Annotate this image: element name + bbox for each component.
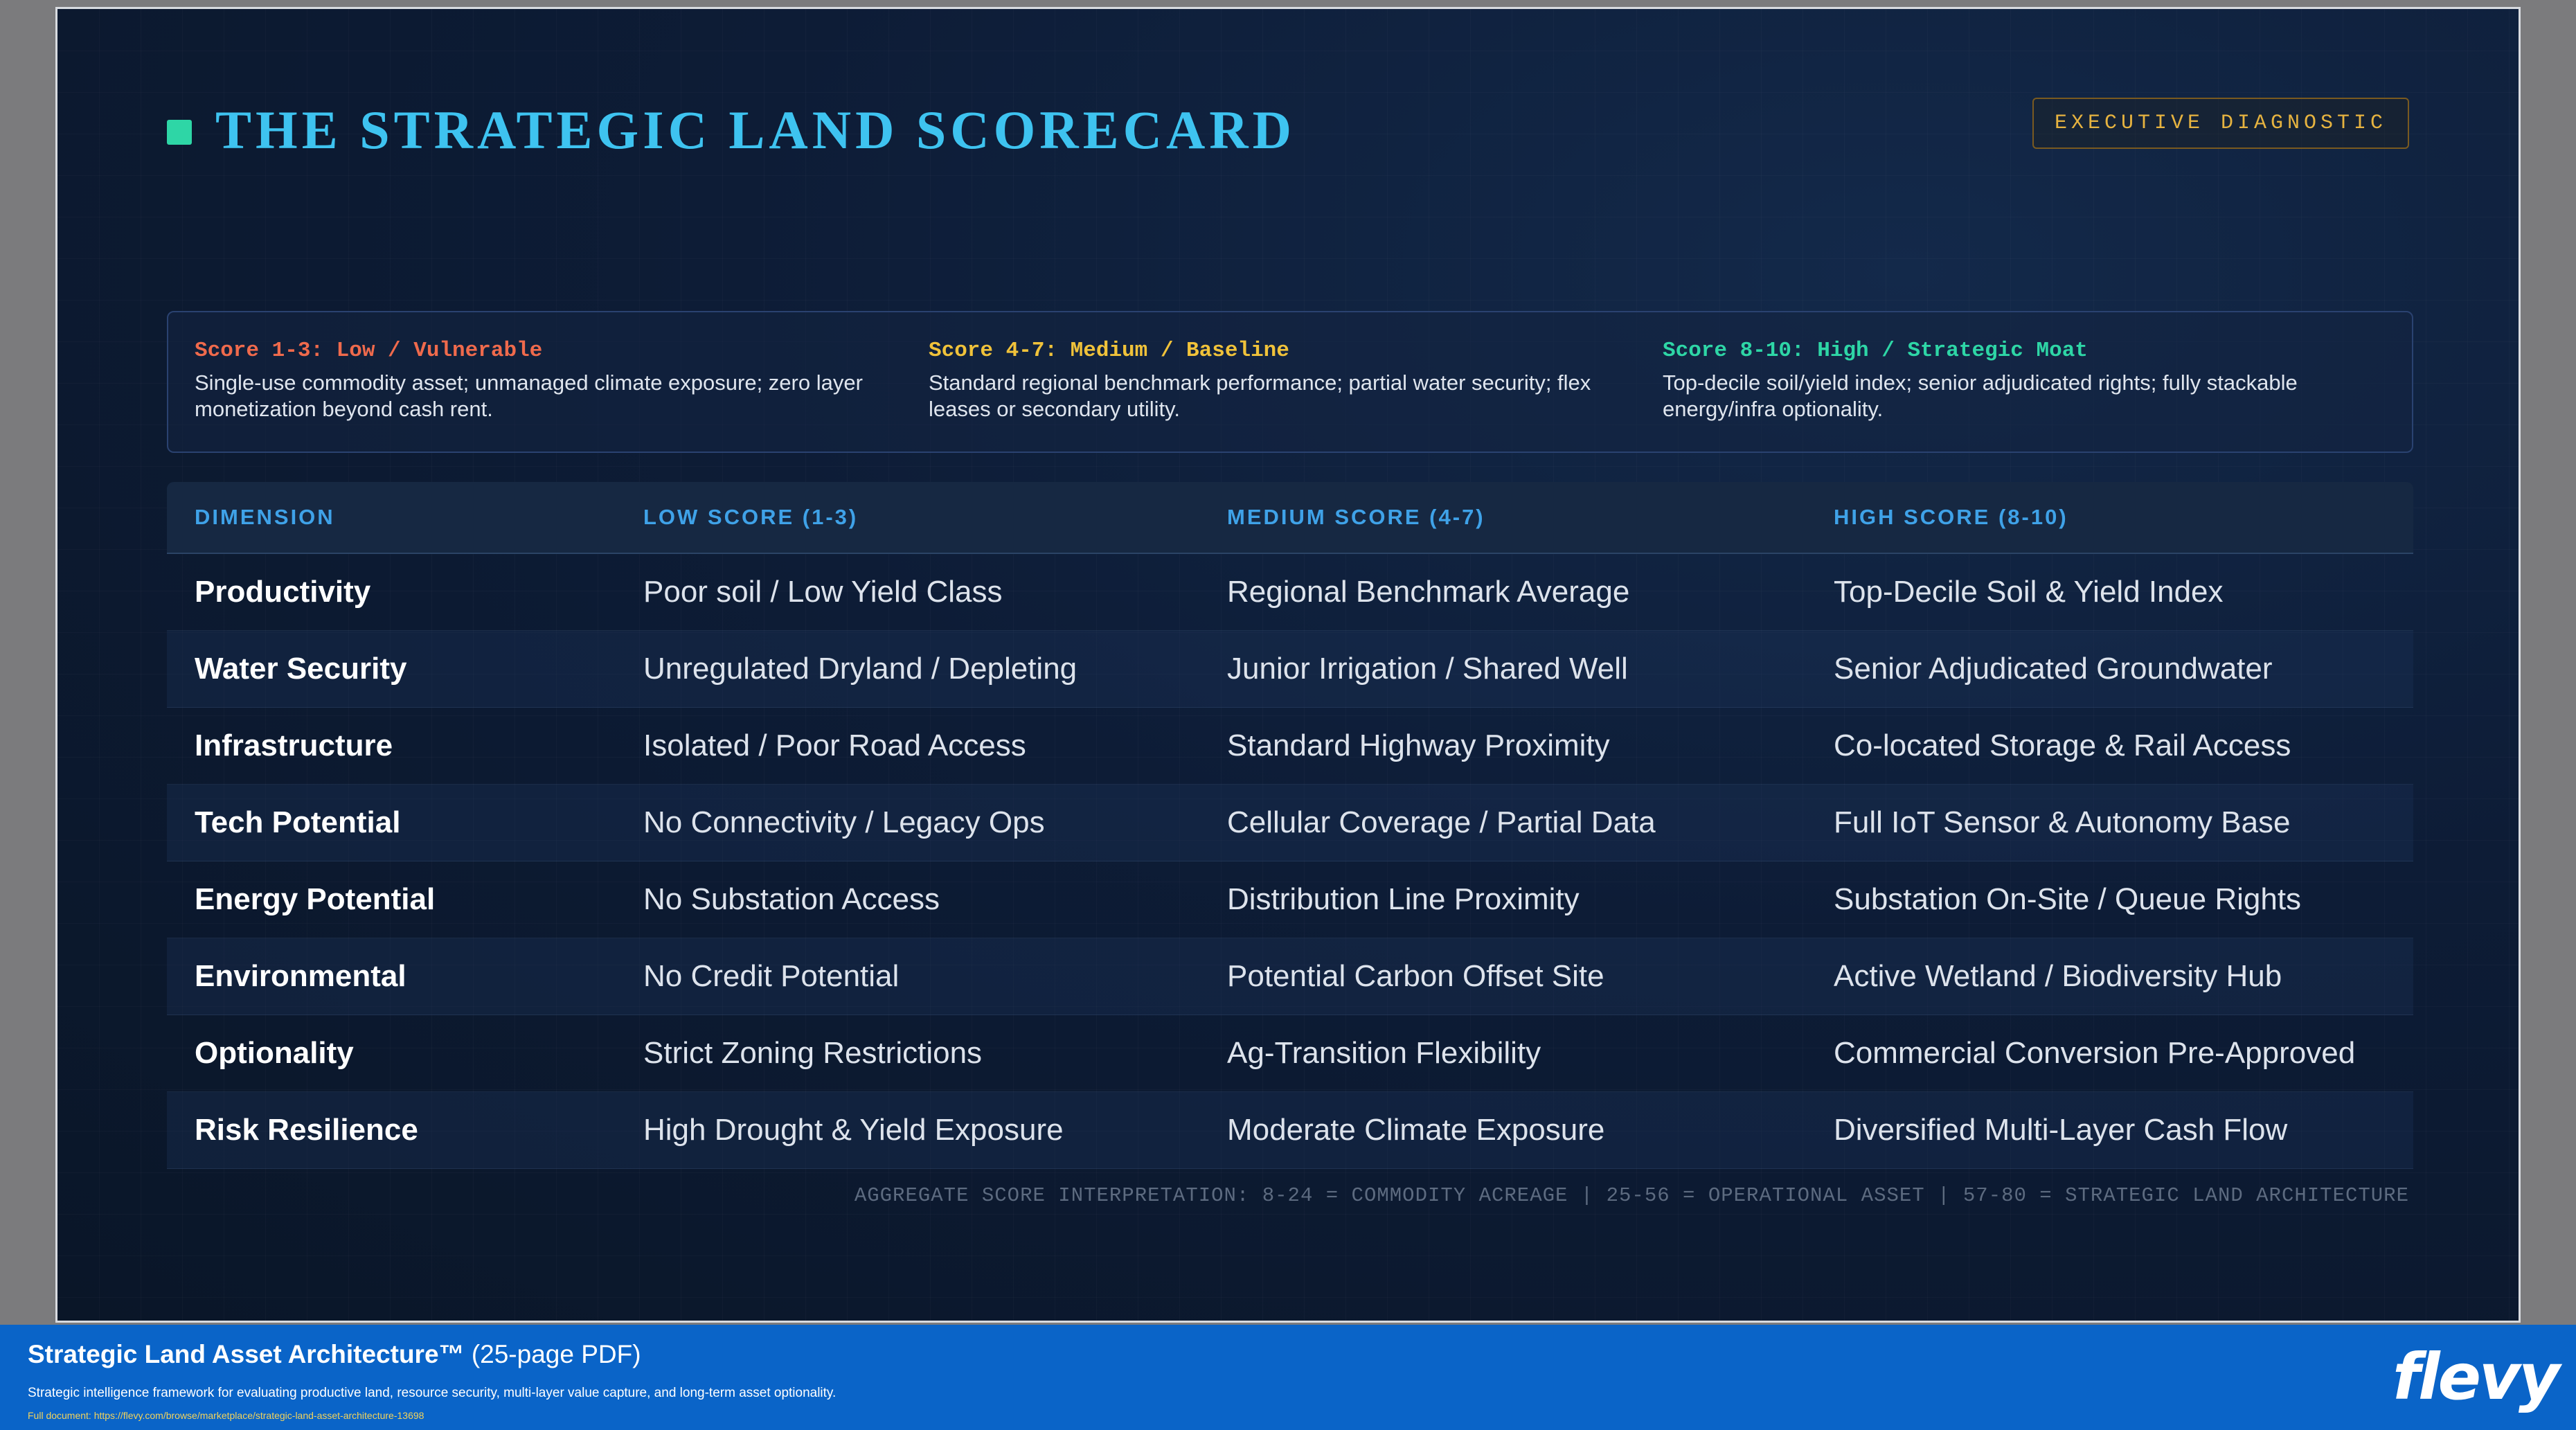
document-link[interactable]: Full document: https://flevy.com/browse/… — [28, 1410, 424, 1421]
high-score-cell: Commercial Conversion Pre-Approved — [1834, 1036, 2356, 1070]
legend-low-description: Single-use commodity asset; unmanaged cl… — [195, 370, 863, 421]
medium-score-cell: Standard Highway Proximity — [1227, 729, 1610, 762]
low-score-cell: High Drought & Yield Exposure — [643, 1113, 1064, 1147]
high-score-cell: Senior Adjudicated Groundwater — [1834, 652, 2273, 686]
medium-score-cell: Distribution Line Proximity — [1227, 882, 1580, 916]
page-title: THE STRATEGIC LAND SCORECARD — [215, 100, 1296, 160]
high-score-cell: Active Wetland / Biodiversity Hub — [1834, 959, 2282, 993]
dimension-cell: Environmental — [195, 959, 406, 993]
table-row: Optionality Strict Zoning Restrictions A… — [167, 1015, 2413, 1092]
table-row: Productivity Poor soil / Low Yield Class… — [167, 554, 2413, 631]
table-row: Water Security Unregulated Dryland / Dep… — [167, 631, 2413, 708]
table-row: Risk Resilience High Drought & Yield Exp… — [167, 1092, 2413, 1169]
low-score-cell: No Credit Potential — [643, 959, 900, 993]
table-row: Energy Potential No Substation Access Di… — [167, 861, 2413, 938]
document-description: Strategic intelligence framework for eva… — [28, 1386, 837, 1400]
medium-score-cell: Ag-Transition Flexibility — [1227, 1036, 1541, 1070]
flevy-logo[interactable]: flevy — [2392, 1346, 2560, 1409]
dimension-cell: Risk Resilience — [195, 1113, 418, 1147]
table-row: Infrastructure Isolated / Poor Road Acce… — [167, 708, 2413, 785]
medium-score-cell: Moderate Climate Exposure — [1227, 1113, 1605, 1147]
table-row: Environmental No Credit Potential Potent… — [167, 938, 2413, 1015]
legend-high: Score 8-10: High / Strategic Moat Top-de… — [1663, 339, 2369, 422]
medium-score-cell: Regional Benchmark Average — [1227, 575, 1630, 609]
legend-low: Score 1-3: Low / Vulnerable Single-use c… — [195, 339, 901, 422]
document-title[interactable]: Strategic Land Asset Architecture™ (25-p… — [28, 1340, 641, 1369]
low-score-cell: Poor soil / Low Yield Class — [643, 575, 1003, 609]
header-dimension: DIMENSION — [195, 505, 335, 529]
executive-diagnostic-badge: EXECUTIVE DIAGNOSTIC — [2032, 98, 2409, 149]
dimension-cell: Infrastructure — [195, 729, 393, 762]
document-name[interactable]: Strategic Land Asset Architecture™ — [28, 1340, 465, 1368]
legend-low-heading: Score 1-3: Low / Vulnerable — [195, 339, 543, 363]
legend-medium: Score 4-7: Medium / Baseline Standard re… — [929, 339, 1635, 422]
low-score-cell: No Connectivity / Legacy Ops — [643, 805, 1045, 839]
aggregate-score-note: AGGREGATE SCORE INTERPRETATION: 8-24 = C… — [854, 1184, 2409, 1207]
score-legend: Score 1-3: Low / Vulnerable Single-use c… — [167, 311, 2413, 453]
legend-high-heading: Score 8-10: High / Strategic Moat — [1663, 339, 2088, 363]
dimension-cell: Energy Potential — [195, 882, 436, 916]
table-header: DIMENSION LOW SCORE (1-3) MEDIUM SCORE (… — [167, 482, 2413, 554]
low-score-cell: Isolated / Poor Road Access — [643, 729, 1026, 762]
header-medium-score: MEDIUM SCORE (4-7) — [1227, 505, 1485, 529]
high-score-cell: Full IoT Sensor & Autonomy Base — [1834, 805, 2291, 839]
slide: THE STRATEGIC LAND SCORECARD EXECUTIVE D… — [55, 7, 2521, 1323]
legend-medium-heading: Score 4-7: Medium / Baseline — [929, 339, 1289, 363]
footer-banner: Strategic Land Asset Architecture™ (25-p… — [0, 1325, 2576, 1430]
medium-score-cell: Cellular Coverage / Partial Data — [1227, 805, 1656, 839]
legend-high-description: Top-decile soil/yield index; senior adju… — [1663, 370, 2298, 421]
medium-score-cell: Junior Irrigation / Shared Well — [1227, 652, 1628, 686]
header-high-score: HIGH SCORE (8-10) — [1834, 505, 2068, 529]
low-score-cell: Strict Zoning Restrictions — [643, 1036, 983, 1070]
high-score-cell: Substation On-Site / Queue Rights — [1834, 882, 2302, 916]
table-row: Tech Potential No Connectivity / Legacy … — [167, 785, 2413, 861]
dimension-cell: Tech Potential — [195, 805, 401, 839]
low-score-cell: Unregulated Dryland / Depleting — [643, 652, 1077, 686]
document-page-count: (25-page PDF) — [464, 1340, 641, 1368]
legend-medium-description: Standard regional benchmark performance;… — [929, 370, 1591, 421]
dimension-cell: Optionality — [195, 1036, 354, 1070]
low-score-cell: No Substation Access — [643, 882, 940, 916]
medium-score-cell: Potential Carbon Offset Site — [1227, 959, 1604, 993]
title-marker-icon — [167, 120, 192, 145]
dimension-cell: Productivity — [195, 575, 371, 609]
high-score-cell: Top-Decile Soil & Yield Index — [1834, 575, 2224, 609]
high-score-cell: Diversified Multi-Layer Cash Flow — [1834, 1113, 2288, 1147]
scorecard-table: DIMENSION LOW SCORE (1-3) MEDIUM SCORE (… — [167, 482, 2413, 1169]
dimension-cell: Water Security — [195, 652, 407, 686]
high-score-cell: Co-located Storage & Rail Access — [1834, 729, 2291, 762]
header-low-score: LOW SCORE (1-3) — [643, 505, 859, 529]
